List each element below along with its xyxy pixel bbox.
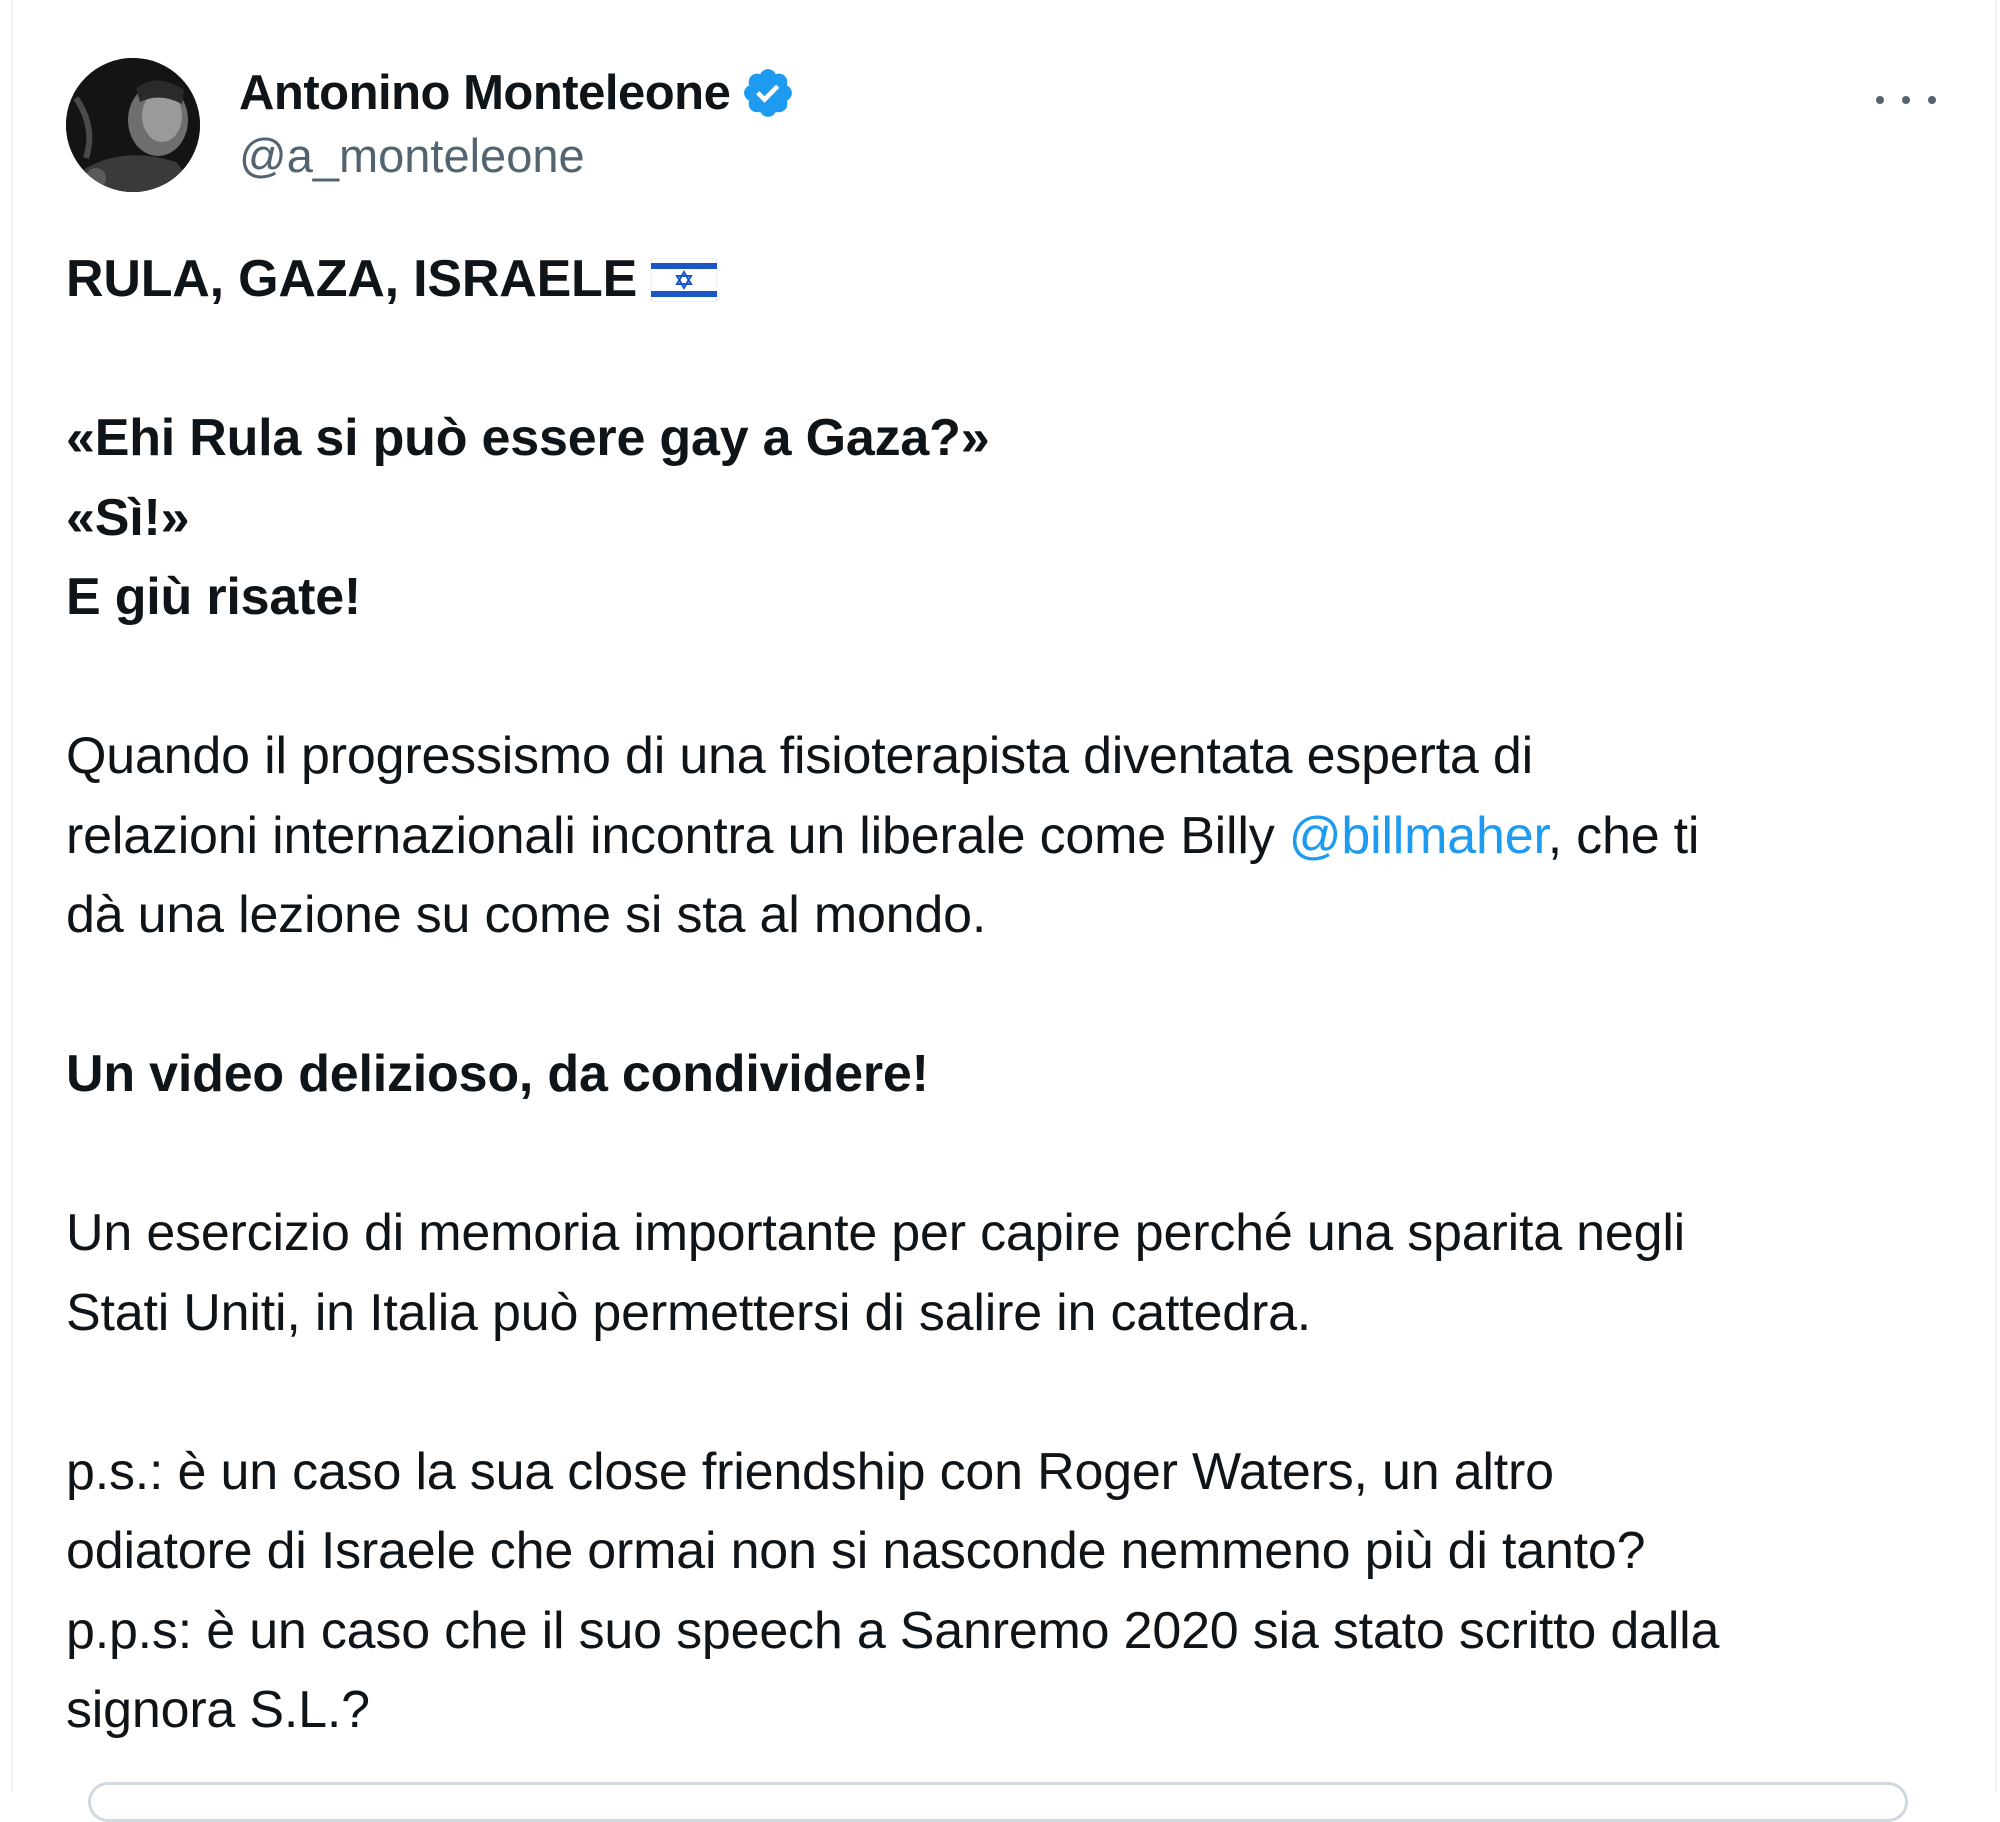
tweet-view: Antonino Monteleone @a_monteleone RULA, … [0,0,2000,1822]
profile-photo [66,58,200,192]
tweet-line-with-mention: relazioni internazionali incontra un lib… [66,797,1946,877]
mention-link[interactable]: @billmaher [1289,807,1548,865]
tweet-line: p.s.: è un caso la sua close friendship … [66,1442,1554,1501]
left-divider [11,0,13,1791]
tweet-line: p.p.s: è un caso che il suo speech a San… [66,1601,1720,1660]
tweet-line: Un video delizioso, da condividere! [66,1045,929,1103]
avatar[interactable] [66,58,200,192]
tweet-line: «Ehi Rula si può essere gay a Gaza?» [66,409,990,467]
tweet-line: Quando il progressismo di una fisioterap… [66,727,1533,785]
tweet-line: Un esercizio di memoria importante per c… [66,1204,1686,1262]
israel-flag-icon [650,246,718,303]
display-name[interactable]: Antonino Monteleone [239,65,731,121]
tweet-text-segment: , che ti [1547,806,1700,865]
handle[interactable]: @a_monteleone [239,128,796,183]
tweet-line: odiatore di Israele che ormai non si nas… [66,1522,1646,1580]
tweet-text-segment: relazioni internazionali incontra un lib… [66,806,1289,865]
author-info: Antonino Monteleone @a_monteleone [239,62,796,183]
tweet-line: E giù risate! [66,568,362,626]
right-divider [1995,0,1997,1791]
tweet-line: «Sì!» [66,488,190,547]
tweet-line: signora S.L.? [66,1681,370,1739]
tweet-line: dà una lezione su come si sta al mondo. [66,886,987,944]
media-card-edge[interactable] [88,1782,1908,1822]
tweet-line-title: RULA, GAZA, ISRAELE [66,240,1946,320]
display-name-row: Antonino Monteleone [239,62,796,124]
tweet-title: RULA, GAZA, ISRAELE [66,250,638,308]
tweet-text: RULA, GAZA, ISRAELE «Ehi Rula si può ess… [66,240,1946,1751]
more-dot [1928,96,1936,104]
verified-badge-icon[interactable] [740,65,796,121]
tweet-line: Stati Uniti, in Italia può permettersi d… [66,1283,1312,1342]
tweet-header: Antonino Monteleone @a_monteleone [66,58,1946,194]
more-dot [1902,96,1910,104]
more-dot [1876,96,1884,104]
more-options-icon[interactable] [1876,80,1936,120]
